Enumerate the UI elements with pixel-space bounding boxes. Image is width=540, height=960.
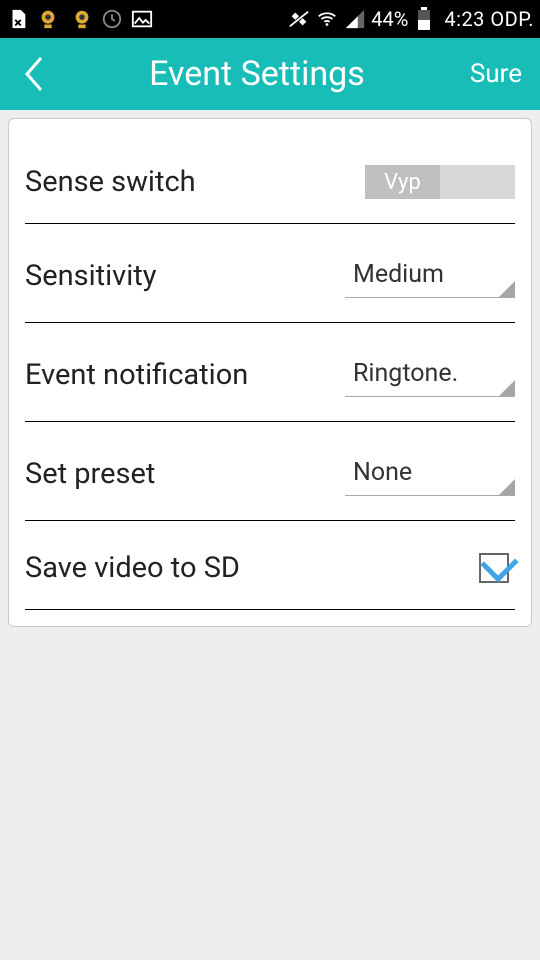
page-title: Event Settings — [44, 54, 470, 94]
app-header: Event Settings Sure — [0, 38, 540, 110]
sync-icon — [100, 7, 124, 31]
battery-pct: 44% — [371, 7, 408, 31]
row-event-notification: Event notification Ringtone. — [25, 323, 515, 422]
clock: 4:23 ODP. — [444, 7, 534, 31]
status-left — [6, 7, 154, 31]
webcam1-icon — [36, 7, 60, 31]
toggle-thumb-off: Vyp — [365, 165, 440, 199]
status-right: 44% 4:23 ODP. — [287, 7, 534, 31]
row-sense-switch: Sense switch Vyp — [25, 135, 515, 224]
set-preset-spinner[interactable]: None — [345, 452, 515, 496]
signal-icon — [343, 7, 367, 31]
sense-switch-toggle[interactable]: Vyp — [365, 165, 515, 199]
webcam2-icon — [70, 7, 94, 31]
battery-icon — [412, 7, 436, 31]
set-preset-label: Set preset — [25, 457, 335, 491]
status-bar: 44% 4:23 ODP. — [0, 0, 540, 38]
vibrate-icon — [287, 7, 311, 31]
picture-icon — [130, 7, 154, 31]
doc-icon — [6, 7, 30, 31]
save-video-label: Save video to SD — [25, 551, 469, 585]
event-notification-label: Event notification — [25, 358, 335, 392]
confirm-button[interactable]: Sure — [470, 59, 526, 89]
row-sensitivity: Sensitivity Medium — [25, 224, 515, 323]
sensitivity-label: Sensitivity — [25, 259, 335, 293]
settings-card: Sense switch Vyp Sensitivity Medium Even… — [8, 118, 532, 627]
row-set-preset: Set preset None — [25, 422, 515, 521]
row-save-video: Save video to SD — [25, 521, 515, 610]
save-video-checkbox[interactable] — [479, 553, 509, 583]
sensitivity-spinner[interactable]: Medium — [345, 254, 515, 298]
event-notification-spinner[interactable]: Ringtone. — [345, 353, 515, 397]
sense-switch-label: Sense switch — [25, 165, 355, 199]
wifi-icon — [315, 7, 339, 31]
